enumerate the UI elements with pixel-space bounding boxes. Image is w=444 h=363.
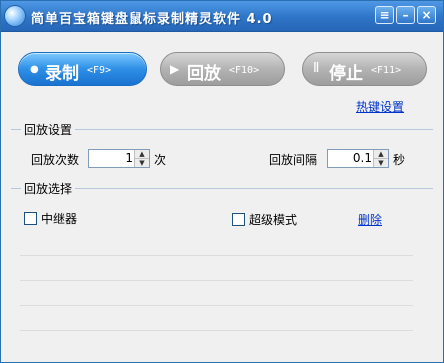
- list-row[interactable]: [20, 231, 413, 256]
- count-up-arrow-icon[interactable]: ▲: [135, 150, 149, 159]
- super-mode-checkbox[interactable]: [232, 213, 245, 226]
- stop-hotkey-label: <F11>: [371, 65, 402, 76]
- title-bar[interactable]: 简单百宝箱键盘鼠标录制精灵软件 4.0 ≡ – ×: [1, 1, 443, 32]
- stop-button-label: 停止: [329, 64, 363, 84]
- playback-settings-legend: 回放设置: [21, 121, 76, 138]
- minimize-icon[interactable]: –: [396, 6, 415, 24]
- playback-count-stepper[interactable]: 1 ▲ ▼: [88, 149, 150, 168]
- playback-count-arrows: ▲ ▼: [134, 150, 149, 167]
- list-row[interactable]: [20, 281, 413, 306]
- playback-count-unit: 次: [154, 153, 167, 167]
- interval-down-arrow-icon[interactable]: ▼: [374, 159, 388, 167]
- record-button-label: 录制: [45, 64, 79, 84]
- playback-selection-legend: 回放选择: [21, 180, 76, 197]
- super-mode-label: 超级模式: [249, 213, 298, 227]
- play-hotkey-label: <F10>: [229, 65, 260, 76]
- list-row[interactable]: [20, 256, 413, 281]
- playback-interval-arrows: ▲ ▼: [373, 150, 388, 167]
- pause-bars-icon: Ⅱ: [313, 61, 320, 76]
- app-logo-icon: [5, 6, 25, 26]
- playback-interval-stepper[interactable]: 0.1 ▲ ▼: [327, 149, 389, 168]
- list-row[interactable]: [20, 306, 413, 331]
- playback-list[interactable]: [20, 231, 413, 356]
- record-button[interactable]: ● 录制 <F9>: [18, 52, 147, 86]
- playback-count-value[interactable]: 1: [125, 151, 133, 165]
- window-title: 简单百宝箱键盘鼠标录制精灵软件 4.0: [31, 12, 273, 27]
- interval-up-arrow-icon[interactable]: ▲: [374, 150, 388, 159]
- stop-button[interactable]: Ⅱ 停止 <F11>: [302, 52, 427, 86]
- record-dot-icon: ●: [30, 64, 39, 75]
- relay-checkbox[interactable]: [24, 212, 37, 225]
- close-icon[interactable]: ×: [417, 6, 436, 24]
- delete-link[interactable]: 删除: [358, 211, 382, 228]
- playback-interval-label: 回放间隔: [269, 153, 318, 167]
- relay-label: 中继器: [41, 212, 78, 226]
- playback-count-label: 回放次数: [31, 153, 80, 167]
- playback-interval-unit: 秒: [393, 153, 406, 167]
- play-button-label: 回放: [187, 64, 221, 84]
- count-down-arrow-icon[interactable]: ▼: [135, 159, 149, 167]
- playback-interval-value[interactable]: 0.1: [353, 151, 372, 165]
- menu-icon[interactable]: ≡: [375, 6, 394, 24]
- play-button[interactable]: ▶ 回放 <F10>: [160, 52, 285, 86]
- hotkey-settings-link[interactable]: 热键设置: [356, 98, 404, 115]
- record-hotkey-label: <F9>: [87, 65, 112, 76]
- play-triangle-icon: ▶: [170, 62, 180, 76]
- app-window: 简单百宝箱键盘鼠标录制精灵软件 4.0 ≡ – × ● 录制 <F9> ▶ 回放…: [0, 0, 444, 363]
